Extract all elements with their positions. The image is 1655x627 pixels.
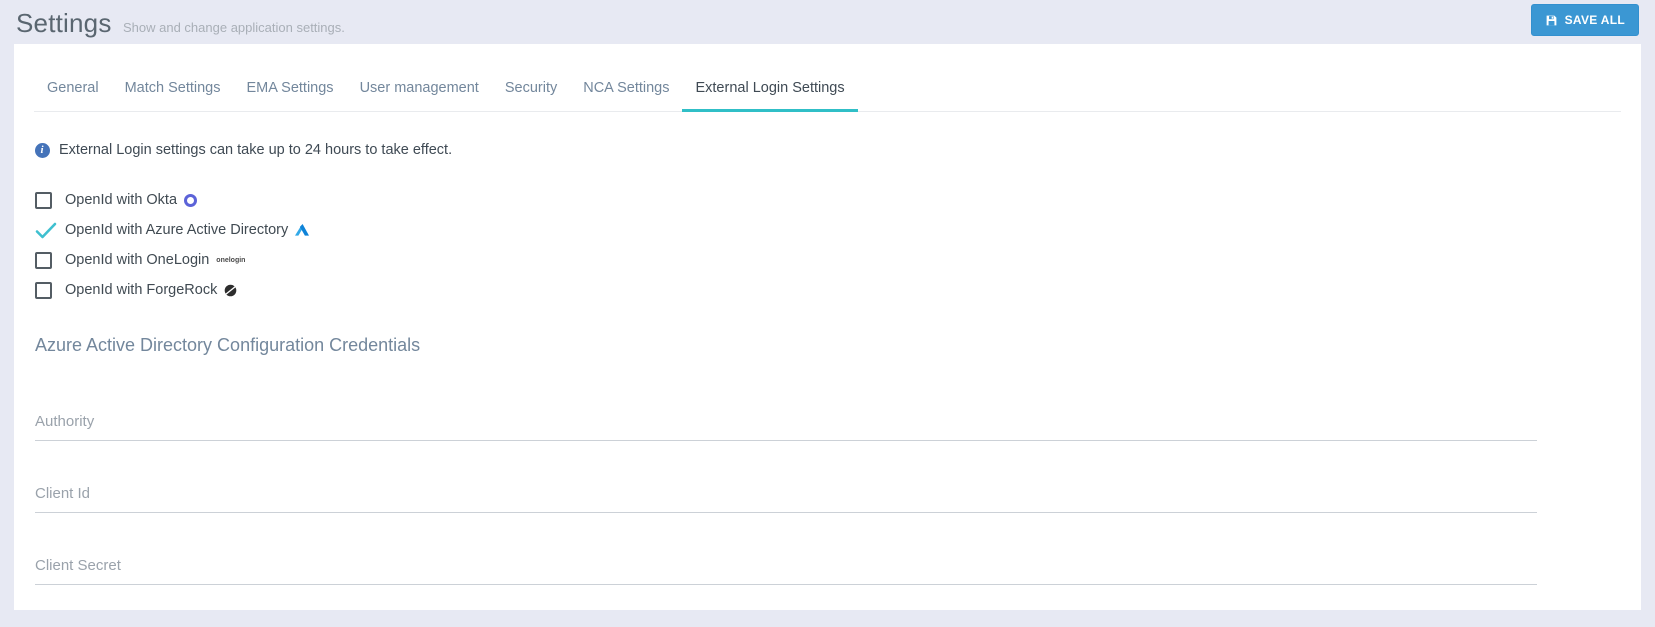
okta-label: OpenId with Okta [65,192,178,208]
forgerock-checkbox[interactable] [35,281,52,299]
forgerock-label: OpenId with ForgeRock [65,282,218,298]
azure-checkbox-checked[interactable] [35,222,65,239]
info-message: External Login settings can take up to 2… [59,142,453,158]
provider-row-azure: OpenId with Azure Active Directory [35,215,1620,245]
azure-credentials-heading: Azure Active Directory Configuration Cre… [35,335,421,355]
tab-user-management[interactable]: User management [347,70,492,112]
provider-list: OpenId with Okta OpenId with Azure Activ… [35,185,1620,305]
page-title: Settings [16,8,112,38]
provider-row-okta: OpenId with Okta [35,185,1620,215]
okta-checkbox[interactable] [35,191,52,209]
provider-row-forgerock: OpenId with ForgeRock [35,275,1620,305]
save-icon [1545,14,1558,27]
authority-field [35,409,1537,441]
tab-nca-settings[interactable]: NCA Settings [570,70,682,112]
tab-external-login-settings[interactable]: External Login Settings [682,70,858,112]
save-button-label: SAVE ALL [1564,13,1625,27]
tab-general[interactable]: General [34,70,112,112]
provider-row-onelogin: OpenId with OneLogin onelogin [35,245,1620,275]
okta-logo-icon [184,193,198,207]
page-header: Settings Show and change application set… [0,0,1655,44]
client-id-input[interactable] [35,481,1537,513]
info-banner: i External Login settings can take up to… [35,142,1620,158]
client-id-field [35,481,1537,513]
info-icon: i [35,142,50,158]
azure-logo-icon [295,224,310,236]
tab-security[interactable]: Security [492,70,570,112]
tab-match-settings[interactable]: Match Settings [112,70,234,112]
save-all-button[interactable]: SAVE ALL [1530,4,1639,36]
onelogin-logo-icon: onelogin [216,256,246,264]
tab-ema-settings[interactable]: EMA Settings [234,70,347,112]
tab-content: i External Login settings can take up to… [14,142,1641,585]
settings-card: General Match Settings EMA Settings User… [14,44,1641,610]
client-secret-input[interactable] [35,553,1537,585]
forgerock-logo-icon [224,284,237,297]
azure-label: OpenId with Azure Active Directory [65,222,289,238]
settings-tabs: General Match Settings EMA Settings User… [34,70,1621,112]
onelogin-checkbox[interactable] [35,251,52,269]
onelogin-label: OpenId with OneLogin [65,252,210,268]
authority-input[interactable] [35,409,1537,441]
page-subtitle: Show and change application settings. [123,20,345,35]
client-secret-field [35,553,1537,585]
